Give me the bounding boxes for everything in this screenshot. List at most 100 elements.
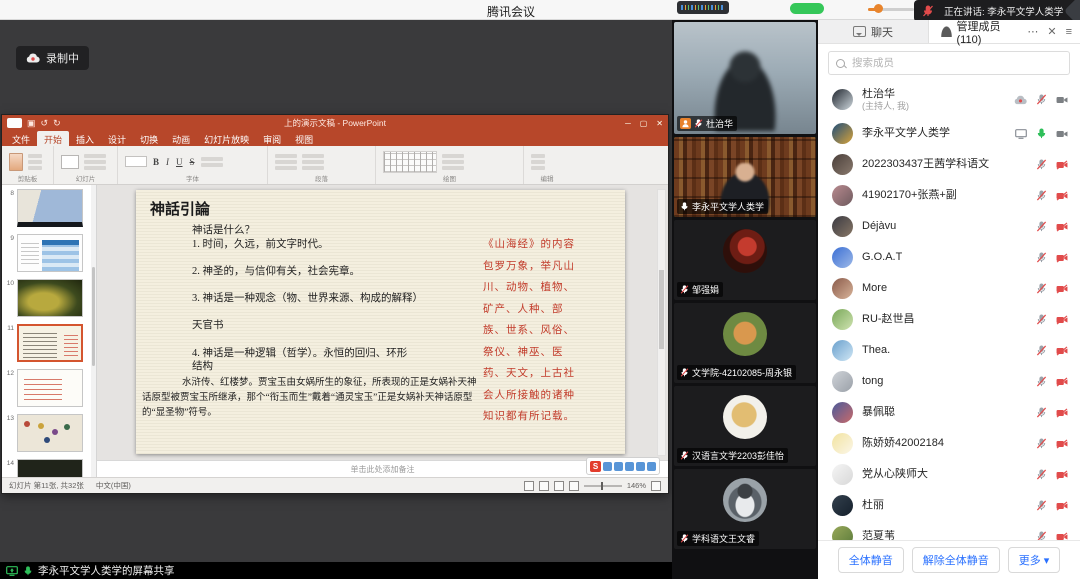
ribbon-tab[interactable]: 设计 (101, 131, 133, 146)
slide-thumbnail[interactable]: 10 (2, 279, 91, 317)
mic-icon[interactable] (1036, 221, 1047, 232)
slide-thumbnail-image[interactable] (17, 324, 83, 362)
bold-button[interactable]: B (152, 157, 160, 167)
member-row[interactable]: 暴佩聪 (818, 397, 1080, 428)
mic-icon[interactable] (1036, 345, 1047, 356)
slider-handle[interactable] (874, 4, 883, 13)
slide-thumbnail-image[interactable] (17, 234, 83, 272)
slide-thumbnail[interactable]: 11 (2, 324, 91, 362)
notes-pane[interactable]: 单击此处添加备注 (97, 460, 668, 477)
ime-icon[interactable] (603, 462, 612, 471)
video-tile[interactable]: 学科语文王文睿 (674, 469, 816, 549)
more-options-icon[interactable]: ⋯ (1027, 25, 1038, 38)
video-tile[interactable]: 李永平文学人类学 (674, 137, 816, 217)
italic-button[interactable]: I (165, 157, 170, 167)
drawing-group[interactable]: 绘图 (376, 146, 524, 184)
minimize-icon[interactable]: ─ (625, 119, 631, 128)
fit-slide-icon[interactable] (651, 481, 661, 491)
member-row[interactable]: Déjàvu (818, 211, 1080, 242)
camera-icon[interactable] (1056, 253, 1068, 263)
strikethrough-button[interactable]: S (189, 157, 196, 167)
camera-icon[interactable] (1056, 439, 1068, 449)
ppt-title-bar[interactable]: ▣ ↺ ↻ 上的演示文稿 - PowerPoint ─ ▢ ✕ (2, 115, 668, 131)
video-tile[interactable]: 汉语言文学2203彭佳怡 (674, 386, 816, 466)
slide-thumbnail-image[interactable] (17, 189, 83, 227)
mic-icon[interactable] (1036, 314, 1047, 325)
ribbon-tab[interactable]: 开始 (37, 131, 69, 146)
editing-group[interactable]: 编辑 (524, 146, 570, 184)
member-row[interactable]: 2022303437王茜学科语文 (818, 149, 1080, 180)
ime-icon[interactable] (625, 462, 634, 471)
video-tile[interactable]: 邹强娟 (674, 220, 816, 300)
ribbon-tab[interactable]: 审阅 (256, 131, 288, 146)
ribbon-tab[interactable]: 动画 (165, 131, 197, 146)
slide-thumbnail-panel[interactable]: 8 9 10 11 (2, 185, 97, 477)
camera-icon[interactable] (1056, 222, 1068, 232)
mic-icon[interactable] (1036, 159, 1047, 170)
camera-icon[interactable] (1056, 346, 1068, 356)
member-row[interactable]: RU-赵世昌 (818, 304, 1080, 335)
camera-icon[interactable] (1056, 191, 1068, 201)
camera-icon[interactable] (1056, 95, 1068, 105)
slide-thumbnail[interactable]: 8 (2, 189, 91, 227)
mic-icon[interactable] (1036, 438, 1047, 449)
slide-thumbnail-image[interactable] (17, 414, 83, 452)
slide-thumbnail-image[interactable] (17, 279, 83, 317)
mic-icon[interactable] (1036, 469, 1047, 480)
member-row[interactable]: 杜治华 (主持人, 我) (818, 81, 1080, 118)
tab-chat[interactable]: 聊天 (818, 20, 929, 43)
close-panel-icon[interactable]: ✕ (1047, 25, 1056, 38)
mic-icon[interactable] (1036, 94, 1047, 105)
tab-members[interactable]: 管理成员(110) ⋯ ✕ ≡ (929, 20, 1080, 43)
camera-icon[interactable] (1056, 129, 1068, 139)
mic-icon[interactable] (1036, 128, 1047, 139)
ribbon-tab[interactable]: 切换 (133, 131, 165, 146)
member-row[interactable]: G.O.A.T (818, 242, 1080, 273)
input-method-bar[interactable]: S (586, 457, 660, 475)
normal-view-icon[interactable] (524, 481, 534, 491)
mic-icon[interactable] (1036, 190, 1047, 201)
mic-icon[interactable] (1036, 500, 1047, 511)
thumbnail-scrollbar[interactable] (91, 185, 96, 477)
font-size-box[interactable] (125, 156, 147, 167)
mic-icon[interactable] (1036, 376, 1047, 387)
video-tile[interactable]: 文学院-42102085-周永银 (674, 303, 816, 383)
camera-icon[interactable] (1056, 315, 1068, 325)
member-row[interactable]: 杜丽 (818, 490, 1080, 521)
slide-sorter-icon[interactable] (539, 481, 549, 491)
member-row[interactable]: More (818, 273, 1080, 304)
member-row[interactable]: 李永平文学人类学 (818, 118, 1080, 149)
slideshow-icon[interactable] (569, 481, 579, 491)
member-row[interactable]: 陈娇娇42002184 (818, 428, 1080, 459)
search-input[interactable] (850, 56, 1062, 70)
camera-icon[interactable] (1056, 408, 1068, 418)
slide-thumbnail-image[interactable] (17, 459, 83, 477)
green-toggle[interactable] (790, 3, 824, 14)
slide-thumbnail[interactable]: 14 (2, 459, 91, 477)
member-row[interactable]: 范夏苇 (818, 521, 1080, 541)
ime-icon[interactable] (614, 462, 623, 471)
more-button[interactable]: 更多 ▾ (1008, 547, 1061, 573)
camera-icon[interactable] (1056, 377, 1068, 387)
ribbon-tab[interactable]: 文件 (5, 131, 37, 146)
reading-view-icon[interactable] (554, 481, 564, 491)
slide-thumbnail-image[interactable] (17, 369, 83, 407)
camera-icon[interactable] (1056, 284, 1068, 294)
paste-icon[interactable] (9, 153, 23, 171)
close-icon[interactable]: ✕ (656, 119, 663, 128)
member-row[interactable]: 党从心陕师大 (818, 459, 1080, 490)
ribbon-tab[interactable]: 视图 (288, 131, 320, 146)
mic-icon[interactable] (1036, 252, 1047, 263)
sogou-icon[interactable]: S (590, 461, 601, 472)
paragraph-group[interactable]: 段落 (268, 146, 376, 184)
ribbon-tab[interactable]: 幻灯片放映 (197, 131, 256, 146)
slide-thumbnail[interactable]: 13 (2, 414, 91, 452)
mute-all-button[interactable]: 全体静音 (838, 547, 904, 573)
clipboard-group[interactable]: 剪贴板 (2, 146, 54, 184)
shapes-gallery[interactable] (383, 151, 437, 173)
mic-icon[interactable] (1036, 407, 1047, 418)
canvas-scrollbar[interactable] (657, 189, 666, 456)
member-row[interactable]: Thea. (818, 335, 1080, 366)
slide-thumbnail[interactable]: 9 (2, 234, 91, 272)
font-group[interactable]: B I U S 字体 (118, 146, 268, 184)
